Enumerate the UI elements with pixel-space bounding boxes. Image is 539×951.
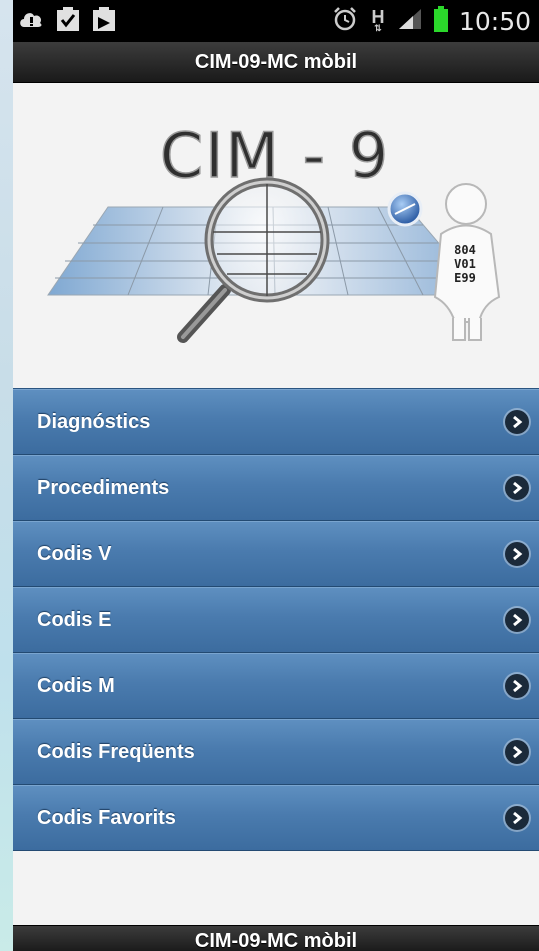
warning-cloud-icon (17, 5, 45, 38)
menu-item-codis-favorits[interactable]: Codis Favorits (13, 785, 539, 851)
main-menu: Diagnóstics Procediments Codis V Codis E… (13, 388, 539, 851)
app-footer-bar: CIM-09-MC mòbil (13, 925, 539, 951)
notification-icons (17, 5, 117, 38)
download-icon (91, 5, 117, 38)
app-title: CIM-09-MC mòbil (194, 50, 358, 73)
chevron-right-icon (505, 608, 529, 632)
chevron-right-icon (505, 542, 529, 566)
menu-item-codis-frequents[interactable]: Codis Freqüents (13, 719, 539, 785)
menu-item-label: Procediments (37, 476, 170, 499)
signal-icon (397, 7, 423, 36)
phone-screen: H ⇅ 10:50 CIM-09-MC mòbil CIM - 9 804 V0… (13, 0, 539, 951)
menu-item-label: Codis E (37, 608, 112, 631)
menu-item-diagnostics[interactable]: Diagnóstics (13, 389, 539, 455)
tag-code-2: V01 (454, 257, 476, 271)
clipboard-check-icon (55, 5, 81, 38)
chevron-right-icon (505, 410, 529, 434)
status-bar: H ⇅ 10:50 (13, 0, 539, 42)
footer-title: CIM-09-MC mòbil (194, 930, 358, 951)
menu-item-codis-m[interactable]: Codis M (13, 653, 539, 719)
battery-icon (433, 5, 449, 38)
chevron-right-icon (505, 476, 529, 500)
menu-item-label: Codis Freqüents (37, 740, 195, 763)
menu-item-label: Diagnóstics (37, 410, 151, 433)
chevron-right-icon (505, 806, 529, 830)
alarm-icon (331, 5, 359, 38)
tag-code-3: E99 (454, 271, 476, 285)
chevron-right-icon (505, 674, 529, 698)
menu-item-label: Codis V (37, 542, 112, 565)
menu-item-label: Codis M (37, 674, 115, 697)
menu-item-codis-v[interactable]: Codis V (13, 521, 539, 587)
h-plus-data-icon: H ⇅ (371, 6, 385, 33)
menu-item-procediments[interactable]: Procediments (13, 455, 539, 521)
app-logo: CIM - 9 804 V01 E99 (13, 82, 539, 387)
chevron-right-icon (505, 740, 529, 764)
clock: 10:50 (458, 6, 531, 36)
system-icons: H ⇅ 10:50 (331, 5, 531, 38)
tag-code-1: 804 (454, 243, 476, 257)
menu-item-codis-e[interactable]: Codis E (13, 587, 539, 653)
figure-illustration: 804 V01 E99 (433, 183, 501, 341)
app-title-bar: CIM-09-MC mòbil (13, 42, 539, 83)
menu-item-label: Codis Favorits (37, 806, 176, 829)
